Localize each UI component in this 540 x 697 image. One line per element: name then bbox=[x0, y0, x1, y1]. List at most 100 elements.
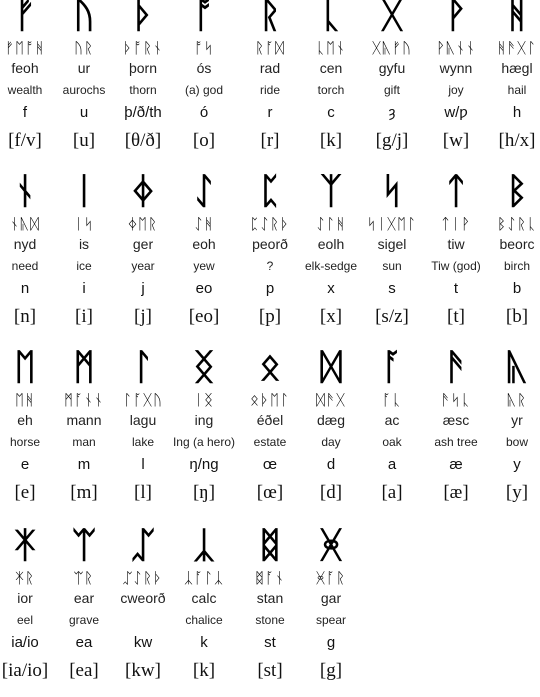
rune-entry: ᛁ ᛁᛋ is ice i [i] bbox=[52, 173, 116, 343]
rune-ipa: [y] bbox=[505, 482, 529, 503]
rune-transliteration: w/ƿ bbox=[444, 104, 468, 121]
rune-glyph: ᛈ bbox=[259, 171, 281, 212]
rune-name: ior bbox=[17, 590, 33, 606]
rune-ipa: [œ] bbox=[256, 482, 284, 503]
rune-glyph: ᚪ bbox=[381, 347, 403, 388]
rune-glyph: ᚳ bbox=[320, 0, 342, 36]
rune-ipa: [t] bbox=[447, 306, 465, 327]
rune-glyph: ᚾ bbox=[14, 171, 36, 212]
rune-glyph: ᛖ bbox=[14, 347, 36, 388]
rune-transliteration: t bbox=[453, 280, 459, 297]
rune-meaning: stone bbox=[255, 613, 285, 627]
rune-entry: ᚳ ᚳᛖᚾ cen torch c [k] bbox=[299, 0, 363, 167]
rune-spelling: ᛢᛇᚱᚦ bbox=[122, 569, 163, 587]
rune-spelling: ᚠᛖᚩᚻ bbox=[4, 39, 45, 57]
rune-name: ing bbox=[194, 412, 214, 428]
rune-entry: ᚻ ᚻᚫᚷᛚ hægl hail h [h/x] bbox=[485, 0, 540, 167]
rune-chart: ᚠ ᚠᛖᚩᚻ feoh wealth f [f/v] ᚢ ᚢᚱ ur aurochs u [u] ᚦ ᚦᚩ… bbox=[0, 0, 540, 692]
rune-ipa: [e] bbox=[14, 482, 36, 503]
rune-glyph: ᛏ bbox=[445, 171, 467, 212]
rune-name: stan bbox=[256, 590, 284, 606]
rune-transliteration: b bbox=[512, 280, 522, 297]
rune-name: eh bbox=[17, 412, 33, 428]
rune-meaning: estate bbox=[253, 435, 287, 449]
rune-spelling: ᚳᛖᚾ bbox=[315, 39, 346, 57]
rune-entry: ᛗ ᛗᚪᚾᚾ mann man m [m] bbox=[52, 349, 116, 519]
rune-ipa: [kw] bbox=[125, 660, 161, 681]
rune-entry: ᛡ ᛡᚱ ior eel ia/io [ia/io] bbox=[0, 527, 57, 697]
rune-ipa: [θ/ð] bbox=[124, 130, 162, 151]
rune-transliteration: j bbox=[141, 280, 145, 297]
rune-glyph: ᛢ bbox=[132, 525, 154, 566]
rune-spelling: ᛖᚻ bbox=[14, 391, 35, 409]
rune-spelling: ᛥᚪᚾ bbox=[254, 569, 285, 587]
rune-glyph: ᚫ bbox=[445, 347, 467, 388]
rune-transliteration: x bbox=[327, 280, 335, 297]
rune-glyph: ᛝ bbox=[193, 347, 215, 388]
rune-transliteration: p bbox=[265, 280, 275, 297]
rune-entry: ᚣ ᚣᚱ yr bow y [y] bbox=[485, 349, 540, 519]
rune-transliteration: st bbox=[264, 634, 276, 651]
rune-glyph: ᛁ bbox=[73, 171, 95, 212]
rune-ipa: [ŋ] bbox=[192, 482, 216, 503]
rune-meaning: wealth bbox=[7, 83, 43, 97]
rune-ipa: [b] bbox=[505, 306, 529, 327]
rune-name: æsc bbox=[442, 412, 470, 428]
rune-entry: ᛋ ᛋᛁᚷᛖᛚ sigel sun s [s/z] bbox=[360, 173, 424, 343]
rune-name: cen bbox=[319, 60, 343, 76]
rune-ipa: [s/z] bbox=[375, 306, 409, 327]
rune-entry: ᛥ ᛥᚪᚾ stan stone st [st] bbox=[238, 527, 302, 697]
rune-glyph: ᛣ bbox=[193, 525, 215, 566]
rune-spelling: ᚷᚣᚠᚢ bbox=[371, 39, 412, 57]
rune-name: eolh bbox=[317, 236, 345, 252]
rune-entry: ᛒ ᛒᛇᚱᚳ beorc birch b [b] bbox=[485, 173, 540, 343]
rune-ipa: [x] bbox=[319, 306, 343, 327]
rune-name: eoh bbox=[192, 236, 216, 252]
rune-meaning: birch bbox=[503, 259, 530, 273]
rune-meaning: ash tree bbox=[434, 435, 478, 449]
rune-name: gar bbox=[320, 590, 342, 606]
rune-entry: ᛚ ᛚᚪᚷᚢ lagu lake l [l] bbox=[111, 349, 175, 519]
rune-glyph: ᛥ bbox=[259, 525, 281, 566]
rune-name: mann bbox=[66, 412, 102, 428]
rune-ipa: [m] bbox=[70, 482, 98, 503]
rune-ipa: [i] bbox=[75, 306, 93, 327]
rune-name: ear bbox=[73, 590, 95, 606]
rune-glyph: ᚻ bbox=[506, 0, 528, 36]
rune-entry: ᛠ ᛠᚱ ear grave ea [ea] bbox=[52, 527, 116, 697]
rune-spelling: ᛏᛁᚹ bbox=[440, 215, 471, 233]
rune-glyph: ᛗ bbox=[73, 347, 95, 388]
rune-spelling: ᛁᛝ bbox=[193, 391, 214, 409]
rune-glyph: ᚱ bbox=[259, 0, 281, 36]
rune-meaning: Tiw (god) bbox=[431, 259, 481, 273]
rune-ipa: [k] bbox=[319, 130, 343, 151]
rune-name: wynn bbox=[439, 60, 473, 76]
rune-ipa: [o] bbox=[192, 130, 216, 151]
rune-transliteration: œ bbox=[262, 456, 278, 473]
rune-spelling: ᛟᚦᛖᛚ bbox=[249, 391, 290, 409]
rune-glyph: ᚩ bbox=[193, 0, 215, 36]
rune-entry: ᛖ ᛖᚻ eh horse e [e] bbox=[0, 349, 57, 519]
rune-spelling: ᛁᛋ bbox=[73, 215, 94, 233]
rune-glyph: ᛟ bbox=[259, 347, 281, 388]
rune-spelling: ᛈᛇᚱᚦ bbox=[249, 215, 290, 233]
rune-transliteration: kw bbox=[133, 634, 153, 651]
rune-meaning: year bbox=[131, 259, 155, 273]
rune-name: dæg bbox=[316, 412, 346, 428]
rune-glyph: ᚸ bbox=[320, 525, 342, 566]
rune-transliteration: ŋ/ng bbox=[189, 456, 219, 473]
rune-spelling: ᛋᛁᚷᛖᛚ bbox=[366, 215, 417, 233]
rune-entry: ᚠ ᚠᛖᚩᚻ feoh wealth f [f/v] bbox=[0, 0, 57, 167]
rune-name: ger bbox=[132, 236, 154, 252]
rune-meaning: day bbox=[321, 435, 341, 449]
rune-ipa: [u] bbox=[72, 130, 96, 151]
rune-transliteration: e bbox=[20, 456, 30, 473]
rune-ipa: [d] bbox=[319, 482, 343, 503]
rune-meaning: torch bbox=[317, 83, 345, 97]
rune-meaning: eel bbox=[16, 613, 33, 627]
rune-ipa: [n] bbox=[13, 306, 37, 327]
rune-meaning: need bbox=[11, 259, 39, 273]
rune-meaning: ice bbox=[76, 259, 92, 273]
rune-entry: ᛢ ᛢᛇᚱᚦ cweorð kw [kw] bbox=[111, 527, 175, 697]
rune-spelling: ᛣᚪᛚᛣ bbox=[183, 569, 224, 587]
